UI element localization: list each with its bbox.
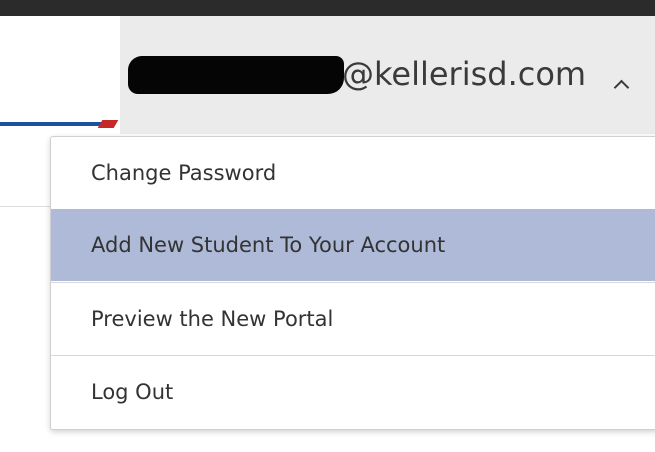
- screen: @kellerisd.com Change Password Add New S…: [0, 0, 655, 452]
- menu-item-preview-new-portal[interactable]: Preview the New Portal: [51, 283, 655, 355]
- top-bar: [0, 0, 655, 16]
- account-menu-toggle[interactable]: @kellerisd.com: [120, 16, 655, 134]
- account-dropdown-menu: Change Password Add New Student To Your …: [50, 136, 655, 430]
- brand-stripe-blue: [0, 122, 102, 126]
- menu-item-log-out[interactable]: Log Out: [51, 356, 655, 428]
- header-logo-area: [0, 16, 120, 134]
- menu-item-add-new-student[interactable]: Add New Student To Your Account: [51, 209, 655, 281]
- account-email: @kellerisd.com: [342, 55, 587, 93]
- menu-item-change-password[interactable]: Change Password: [51, 137, 655, 209]
- chevron-up-icon[interactable]: [613, 79, 630, 96]
- redacted-username: [128, 56, 344, 94]
